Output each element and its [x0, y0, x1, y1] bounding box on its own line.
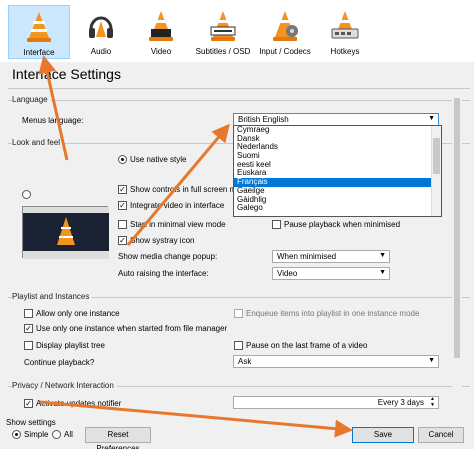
systray-checkbox[interactable]: ✓	[118, 236, 127, 245]
pause-last-frame-label: Pause on the last frame of a video	[246, 341, 368, 350]
vlc-cone-icon	[27, 12, 51, 42]
category-hotkeys[interactable]: Hotkeys	[314, 5, 376, 59]
headphones-icon	[89, 16, 113, 38]
category-input-codecs[interactable]: Input / Codecs	[254, 5, 316, 59]
category-video[interactable]: Video	[130, 5, 192, 59]
auto-raising-value: Video	[277, 269, 298, 278]
fullscreen-controls-checkbox[interactable]: ✓	[118, 185, 127, 194]
simple-label: Simple	[24, 430, 49, 439]
fullscreen-controls-label: Show controls in full screen mo	[130, 185, 241, 194]
chevron-down-icon: ▼	[428, 357, 435, 364]
chevron-down-icon: ▼	[379, 252, 386, 259]
reset-preferences-button[interactable]: Reset Preferences	[85, 427, 151, 449]
section-divider	[8, 100, 470, 101]
menus-language-value: British English	[238, 115, 289, 124]
chevron-down-icon: ▼	[428, 115, 435, 122]
enqueue-items-checkbox[interactable]	[234, 309, 243, 318]
dropdown-scrollbar-thumb[interactable]	[433, 138, 440, 174]
media-change-popup-select[interactable]: When minimised ▼	[272, 250, 390, 263]
category-toolbar: Interface Audio Video Subtitles / OSD In…	[0, 0, 474, 62]
file-manager-instance-checkbox[interactable]: ✓	[24, 324, 33, 333]
category-label: Input / Codecs	[259, 47, 311, 56]
pause-minimised-checkbox[interactable]	[272, 220, 281, 229]
section-privacy-title: Privacy / Network Interaction	[12, 381, 117, 390]
playlist-tree-checkbox[interactable]	[24, 341, 33, 350]
hotkeys-cone-icon	[331, 11, 359, 39]
category-label: Subtitles / OSD	[195, 47, 251, 56]
custom-skin-radio[interactable]	[22, 190, 31, 199]
enqueue-items-label: Enqueue items into playlist in one insta…	[246, 309, 420, 318]
title-divider	[8, 88, 470, 89]
systray-label: Show systray icon	[130, 236, 195, 245]
chevron-down-icon: ▼	[379, 269, 386, 276]
video-cone-icon	[149, 11, 173, 41]
all-radio[interactable]	[52, 430, 61, 439]
category-subtitles-osd[interactable]: Subtitles / OSD	[192, 5, 254, 59]
updates-notifier-checkbox[interactable]: ✓	[24, 399, 33, 408]
language-option[interactable]: Gàidhlig	[234, 195, 441, 205]
show-settings-label: Show settings	[6, 418, 56, 427]
auto-raising-label: Auto raising the interface:	[118, 269, 209, 278]
cancel-button[interactable]: Cancel	[418, 427, 464, 443]
continue-playback-value: Ask	[238, 357, 252, 366]
spin-arrows-icon[interactable]: ▲ ▼	[430, 396, 435, 408]
media-change-popup-label: Show media change popup:	[118, 252, 218, 261]
category-label: Audio	[90, 47, 112, 56]
minimal-view-label: Start in minimal view mode	[130, 220, 226, 229]
one-instance-checkbox[interactable]	[24, 309, 33, 318]
media-change-popup-value: When minimised	[277, 252, 337, 261]
continue-playback-select[interactable]: Ask ▼	[233, 355, 439, 368]
native-style-radio[interactable]	[118, 155, 127, 164]
continue-playback-label: Continue playback?	[24, 358, 95, 367]
scrollbar-thumb[interactable]	[454, 98, 460, 358]
native-style-label: Use native style	[130, 155, 187, 164]
vlc-preview-icon	[23, 207, 109, 259]
subtitles-cone-icon	[210, 11, 236, 41]
all-label: All	[64, 430, 73, 439]
category-label: Interface	[23, 48, 55, 57]
section-language-title: Language	[12, 95, 51, 104]
category-interface[interactable]: Interface	[8, 5, 70, 59]
category-label: Hotkeys	[330, 47, 360, 56]
input-codecs-icon	[273, 11, 298, 41]
language-option[interactable]: Nederlands	[234, 143, 441, 152]
pause-minimised-label: Pause playback when minimised	[284, 220, 401, 229]
updates-notifier-label: Activate updates notifier	[36, 399, 122, 408]
language-dropdown-list[interactable]: Cymraeg Dansk Nederlands Suomi eesti keel Eus…	[233, 125, 442, 217]
update-interval-value: Every 3 days	[377, 398, 424, 407]
section-playlist-title: Playlist and Instances	[12, 292, 93, 301]
auto-raising-select[interactable]: Video ▼	[272, 267, 390, 280]
section-look-and-feel-title: Look and feel	[12, 138, 64, 147]
integrate-video-label: Integrate video in interface	[130, 201, 225, 210]
playlist-tree-label: Display playlist tree	[36, 341, 105, 350]
file-manager-instance-label: Use only one instance when started from …	[36, 324, 228, 333]
save-button[interactable]: Save	[352, 427, 414, 443]
minimal-view-checkbox[interactable]	[118, 220, 127, 229]
dropdown-scrollbar[interactable]	[431, 126, 441, 216]
language-option[interactable]: Cymraeg	[234, 125, 441, 135]
language-option[interactable]: Galego	[234, 203, 441, 213]
one-instance-label: Allow only one instance	[36, 309, 120, 318]
update-interval-spinbox[interactable]: Every 3 days ▲ ▼	[233, 396, 439, 409]
category-label: Video	[150, 47, 172, 56]
page-title: Interface Settings	[12, 66, 121, 82]
pause-last-frame-checkbox[interactable]	[234, 341, 243, 350]
simple-radio[interactable]	[12, 430, 21, 439]
settings-scrollbar[interactable]	[452, 96, 462, 416]
category-audio[interactable]: Audio	[70, 5, 132, 59]
menus-language-label: Menus language:	[22, 116, 84, 125]
language-option[interactable]: Français	[234, 177, 441, 187]
integrate-video-checkbox[interactable]: ✓	[118, 201, 127, 210]
interface-preview-image	[22, 206, 109, 259]
